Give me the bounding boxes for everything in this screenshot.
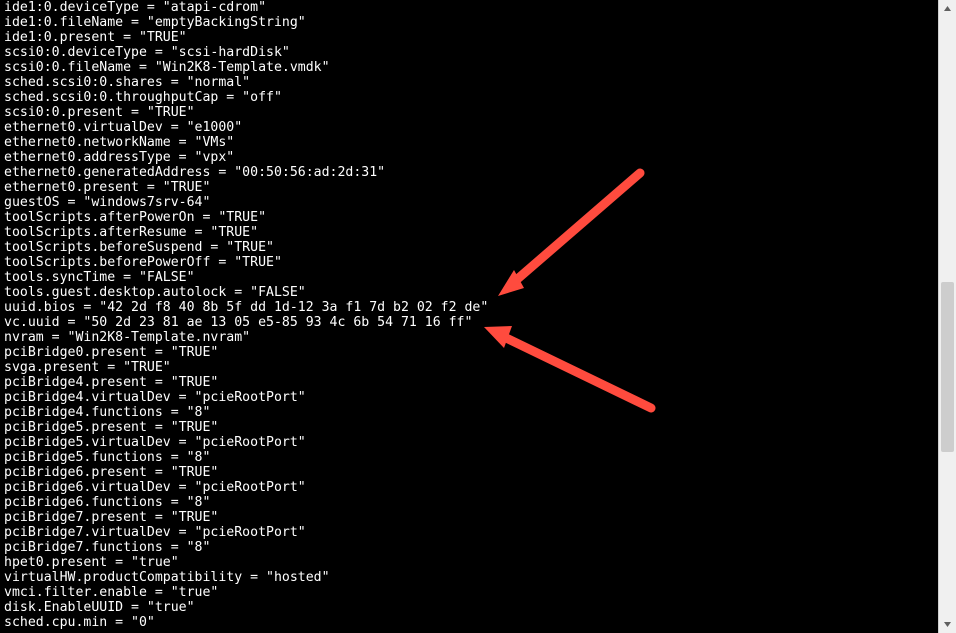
config-line: scsi0:0.fileName = "Win2K8-Template.vmdk… (4, 60, 938, 75)
config-line: ethernet0.present = "TRUE" (4, 180, 938, 195)
config-line: pciBridge0.present = "TRUE" (4, 345, 938, 360)
config-line: ethernet0.networkName = "VMs" (4, 135, 938, 150)
config-line: sched.scsi0:0.shares = "normal" (4, 75, 938, 90)
scroll-up-button[interactable] (939, 0, 956, 17)
config-line: pciBridge7.present = "TRUE" (4, 510, 938, 525)
config-line: scsi0:0.deviceType = "scsi-hardDisk" (4, 45, 938, 60)
config-line: pciBridge6.functions = "8" (4, 495, 938, 510)
config-line: pciBridge7.virtualDev = "pcieRootPort" (4, 525, 938, 540)
config-line: svga.present = "TRUE" (4, 360, 938, 375)
config-line: hpet0.present = "true" (4, 555, 938, 570)
config-line: pciBridge6.virtualDev = "pcieRootPort" (4, 480, 938, 495)
config-line: virtualHW.productCompatibility = "hosted… (4, 570, 938, 585)
config-line: scsi0:0.present = "TRUE" (4, 105, 938, 120)
config-line: pciBridge4.virtualDev = "pcieRootPort" (4, 390, 938, 405)
config-line: pciBridge5.functions = "8" (4, 450, 938, 465)
config-line: sched.scsi0:0.throughputCap = "off" (4, 90, 938, 105)
config-line: ide1:0.deviceType = "atapi-cdrom" (4, 0, 938, 15)
config-line: toolScripts.beforePowerOff = "TRUE" (4, 255, 938, 270)
terminal-viewport: ide1:0.deviceType = "atapi-cdrom"ide1:0.… (0, 0, 956, 633)
config-line: ide1:0.fileName = "emptyBackingString" (4, 15, 938, 30)
config-line: ethernet0.addressType = "vpx" (4, 150, 938, 165)
config-line: pciBridge5.virtualDev = "pcieRootPort" (4, 435, 938, 450)
config-line: ethernet0.virtualDev = "e1000" (4, 120, 938, 135)
config-line: toolScripts.beforeSuspend = "TRUE" (4, 240, 938, 255)
config-line: tools.guest.desktop.autolock = "FALSE" (4, 285, 938, 300)
config-line: guestOS = "windows7srv-64" (4, 195, 938, 210)
config-line: ethernet0.generatedAddress = "00:50:56:a… (4, 165, 938, 180)
config-line: uuid.bios = "42 2d f8 40 8b 5f dd 1d-12 … (4, 300, 938, 315)
config-text-area[interactable]: ide1:0.deviceType = "atapi-cdrom"ide1:0.… (0, 0, 938, 633)
scrollbar-thumb[interactable] (941, 282, 954, 452)
config-line: pciBridge6.present = "TRUE" (4, 465, 938, 480)
config-line: pciBridge7.functions = "8" (4, 540, 938, 555)
config-line: toolScripts.afterPowerOn = "TRUE" (4, 210, 938, 225)
config-line: vc.uuid = "50 2d 23 81 ae 13 05 e5-85 93… (4, 315, 938, 330)
config-line: disk.EnableUUID = "true" (4, 600, 938, 615)
config-line: tools.syncTime = "FALSE" (4, 270, 938, 285)
config-line: nvram = "Win2K8-Template.nvram" (4, 330, 938, 345)
config-line: vmci.filter.enable = "true" (4, 585, 938, 600)
config-line: pciBridge4.present = "TRUE" (4, 375, 938, 390)
config-line: ide1:0.present = "TRUE" (4, 30, 938, 45)
config-line: sched.cpu.min = "0" (4, 615, 938, 630)
scroll-down-button[interactable] (939, 616, 956, 633)
config-line: pciBridge5.present = "TRUE" (4, 420, 938, 435)
scrollbar-track[interactable] (939, 17, 956, 616)
config-line: toolScripts.afterResume = "TRUE" (4, 225, 938, 240)
vertical-scrollbar[interactable] (938, 0, 956, 633)
config-line: pciBridge4.functions = "8" (4, 405, 938, 420)
